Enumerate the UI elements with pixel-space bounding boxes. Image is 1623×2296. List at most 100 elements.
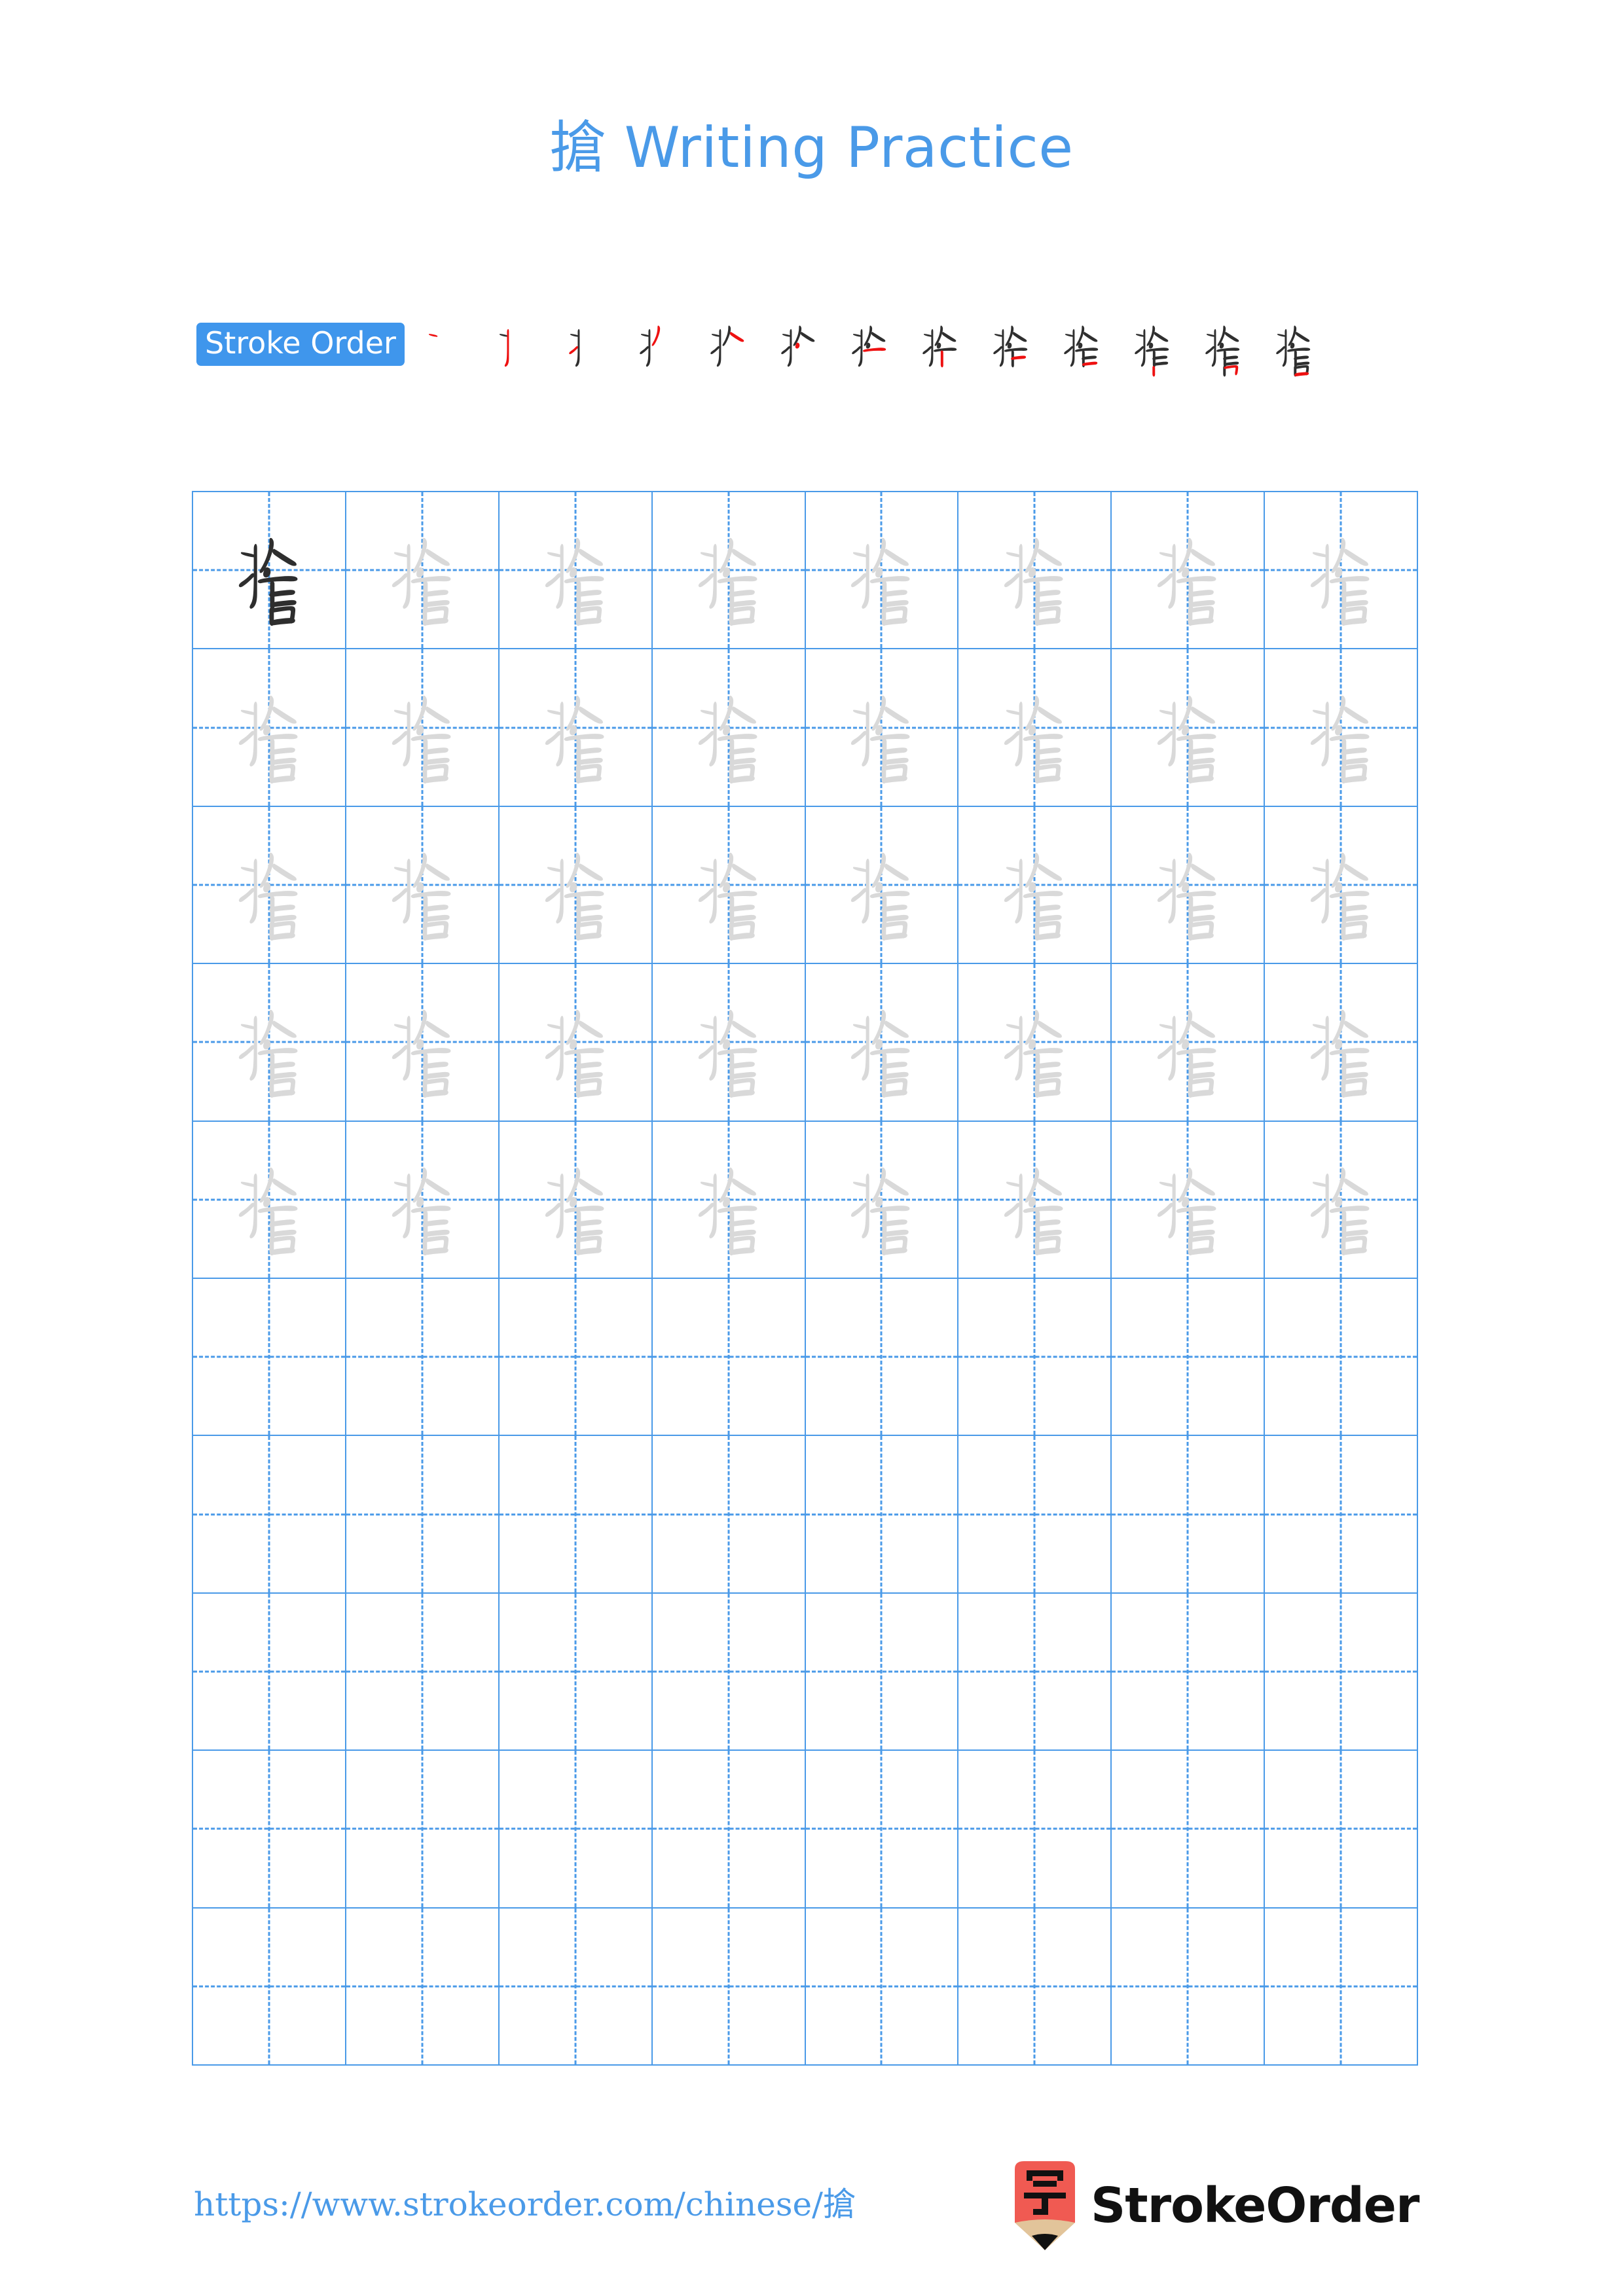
practice-cell[interactable]	[344, 963, 500, 1122]
practice-cell[interactable]	[804, 1749, 959, 1909]
practice-cell[interactable]	[651, 1435, 806, 1594]
practice-cell[interactable]	[192, 1435, 346, 1594]
practice-cell[interactable]	[957, 490, 1112, 650]
practice-cell[interactable]	[344, 1435, 500, 1594]
practice-cell[interactable]	[651, 648, 806, 807]
practice-cell[interactable]	[957, 1120, 1112, 1279]
practice-row	[192, 1435, 1418, 1594]
practice-cell[interactable]	[651, 1907, 806, 2066]
practice-cell[interactable]	[498, 1120, 653, 1279]
practice-cell[interactable]	[498, 1435, 653, 1594]
practice-cell[interactable]	[1110, 1435, 1266, 1594]
cell-guide-lines	[1266, 1909, 1417, 2064]
tracing-character	[500, 1122, 651, 1277]
practice-cell[interactable]	[344, 1120, 500, 1279]
practice-cell[interactable]	[1264, 1435, 1418, 1594]
practice-cell[interactable]	[1264, 805, 1418, 965]
cell-guide-lines	[1266, 1751, 1417, 1907]
practice-cell[interactable]	[192, 963, 346, 1122]
practice-cell[interactable]	[1110, 805, 1266, 965]
practice-cell[interactable]	[344, 1277, 500, 1437]
practice-cell[interactable]	[957, 1749, 1112, 1909]
practice-cell[interactable]	[1110, 1749, 1266, 1909]
practice-cell[interactable]	[1110, 963, 1266, 1122]
practice-cell[interactable]	[1110, 648, 1266, 807]
stroke-step-9	[976, 306, 1046, 382]
practice-cell[interactable]	[498, 648, 653, 807]
practice-cell[interactable]	[192, 805, 346, 965]
practice-cell[interactable]	[1110, 490, 1266, 650]
practice-cell[interactable]	[344, 1907, 500, 2066]
practice-cell[interactable]	[804, 1592, 959, 1751]
practice-cell[interactable]	[804, 805, 959, 965]
practice-cell[interactable]	[498, 490, 653, 650]
practice-cell[interactable]	[498, 805, 653, 965]
practice-row	[192, 805, 1418, 965]
practice-cell[interactable]	[804, 1277, 959, 1437]
practice-cell[interactable]	[1110, 1907, 1266, 2066]
practice-cell[interactable]	[1110, 1592, 1266, 1751]
cell-guide-lines	[806, 1751, 957, 1907]
practice-cell[interactable]	[498, 1277, 653, 1437]
tracing-character	[653, 808, 804, 962]
practice-cell[interactable]	[1264, 648, 1418, 807]
practice-cell[interactable]	[192, 1277, 346, 1437]
tracing-character	[806, 808, 957, 962]
practice-cell[interactable]	[957, 805, 1112, 965]
practice-cell[interactable]	[1264, 1120, 1418, 1279]
practice-cell[interactable]	[804, 648, 959, 807]
brand-logo-group: StrokeOrder	[1008, 2160, 1419, 2251]
practice-cell[interactable]	[1264, 1749, 1418, 1909]
practice-cell[interactable]	[1110, 1120, 1266, 1279]
practice-cell[interactable]	[192, 648, 346, 807]
practice-cell[interactable]	[192, 1592, 346, 1751]
practice-cell[interactable]	[651, 805, 806, 965]
cell-guide-lines	[806, 1437, 957, 1592]
practice-cell[interactable]	[1264, 963, 1418, 1122]
practice-cell[interactable]	[1264, 1907, 1418, 2066]
practice-cell[interactable]	[651, 1120, 806, 1279]
practice-cell[interactable]	[957, 963, 1112, 1122]
stroke-step-3	[551, 306, 622, 382]
tracing-character	[1112, 650, 1263, 804]
practice-cell[interactable]	[498, 1749, 653, 1909]
stroke-step-1	[410, 306, 481, 382]
stroke-step-6	[763, 306, 834, 382]
practice-cell[interactable]	[498, 963, 653, 1122]
practice-cell[interactable]	[498, 1592, 653, 1751]
cell-guide-lines	[500, 1751, 651, 1907]
practice-cell[interactable]	[804, 490, 959, 650]
practice-cell[interactable]	[344, 1749, 500, 1909]
cell-guide-lines	[653, 1751, 804, 1907]
practice-cell[interactable]	[1264, 1592, 1418, 1751]
practice-cell[interactable]	[651, 490, 806, 650]
practice-cell[interactable]	[957, 1277, 1112, 1437]
practice-cell[interactable]	[192, 1120, 346, 1279]
practice-cell[interactable]	[192, 1749, 346, 1909]
practice-cell[interactable]	[957, 1435, 1112, 1594]
practice-cell[interactable]	[957, 1907, 1112, 2066]
practice-cell[interactable]	[957, 648, 1112, 807]
practice-cell[interactable]	[498, 1907, 653, 2066]
practice-cell[interactable]	[651, 1592, 806, 1751]
practice-cell[interactable]	[192, 490, 346, 650]
practice-cell[interactable]	[192, 1907, 346, 2066]
practice-cell[interactable]	[651, 1749, 806, 1909]
practice-cell[interactable]	[344, 1592, 500, 1751]
tracing-character	[806, 1122, 957, 1277]
practice-cell[interactable]	[1110, 1277, 1266, 1437]
practice-cell[interactable]	[651, 963, 806, 1122]
source-url-link[interactable]: https://www.strokeorder.com/chinese/搶	[194, 2178, 856, 2225]
practice-cell[interactable]	[344, 648, 500, 807]
practice-cell[interactable]	[344, 805, 500, 965]
cell-guide-lines	[193, 1437, 344, 1592]
practice-cell[interactable]	[804, 1435, 959, 1594]
practice-cell[interactable]	[651, 1277, 806, 1437]
practice-cell[interactable]	[804, 963, 959, 1122]
practice-cell[interactable]	[957, 1592, 1112, 1751]
practice-cell[interactable]	[1264, 1277, 1418, 1437]
practice-cell[interactable]	[1264, 490, 1418, 650]
practice-cell[interactable]	[804, 1907, 959, 2066]
practice-cell[interactable]	[344, 490, 500, 650]
practice-cell[interactable]	[804, 1120, 959, 1279]
